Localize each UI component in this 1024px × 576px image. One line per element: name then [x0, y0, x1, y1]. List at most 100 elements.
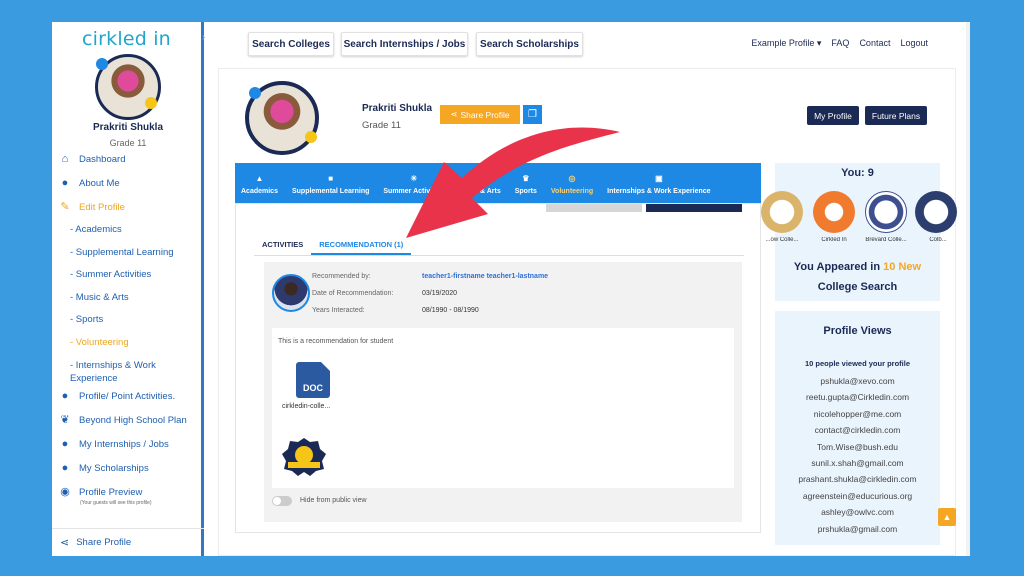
share-icon: ⋖	[450, 109, 458, 119]
doc-file-name[interactable]: cirkledin-colle...	[282, 403, 330, 410]
profile-views-panel: Profile Views 10 people viewed your prof…	[775, 311, 940, 545]
sun-icon: ☀	[410, 174, 418, 183]
logout-link[interactable]: Logout	[900, 38, 928, 49]
profile-preview-note: (Your guests will see this profile)	[80, 500, 152, 506]
search-scholarships-button[interactable]: Search Scholarships	[476, 32, 583, 56]
sidebar-nav: ⌂ Dashboard ● About Me ✎ Edit Profile - Aca…	[58, 154, 202, 510]
tab-internships[interactable]: ▣ Internships & Work Experience	[607, 174, 710, 196]
viewer-email: ashley@owlvc.com	[821, 507, 894, 518]
example-profile-dropdown[interactable]: Example Profile ▾	[751, 38, 821, 49]
badge-icon	[282, 438, 326, 476]
date-value: 03/19/2020	[422, 290, 458, 297]
sidebar-item-profile-preview[interactable]: ◉ Profile Preview	[58, 487, 202, 500]
college-seal-3[interactable]	[865, 191, 907, 233]
cancel-button[interactable]	[546, 204, 642, 212]
viewer-email: agreenstein@educurious.org	[802, 490, 913, 501]
chevron-up-icon: ▲	[942, 512, 952, 522]
sidebar-item-beyond-high-school[interactable]: ❦ Beyond High School Plan	[58, 415, 202, 439]
college-name-4: Colb...	[929, 237, 947, 243]
you-count: You: 9	[841, 167, 874, 179]
college-search-panel: You: 9 ...ow Colle... Cirkled In Brevard…	[761, 163, 957, 301]
future-plans-button[interactable]: Future Plans	[865, 106, 927, 125]
trophy-icon: ♛	[522, 174, 530, 183]
college-seal-1[interactable]	[761, 191, 803, 233]
sidebar-item-my-internships[interactable]: ● My Internships / Jobs	[58, 439, 202, 463]
copy-icon: ❐	[528, 109, 537, 120]
years-label: Years Interacted:	[312, 307, 365, 314]
profile-views-subtitle: 10 people viewed your profile	[804, 359, 911, 368]
sidebar: cirkled in Prakriti Shukla Grade 11 ⌂ Das…	[52, 22, 204, 556]
app-window: cirkled in Prakriti Shukla Grade 11 ⌂ Das…	[52, 22, 970, 556]
users-icon: ●	[61, 390, 69, 402]
main-content: Prakriti Shukla Grade 11 ⋖ Share Profile …	[218, 68, 957, 556]
sidebar-item-edit-profile[interactable]: ✎ Edit Profile	[58, 202, 202, 224]
college-seal-4[interactable]	[915, 191, 957, 233]
search-colleges-button[interactable]: Search Colleges	[248, 32, 334, 56]
tab-music-arts[interactable]: ♪ Music & Arts	[458, 174, 501, 196]
tab-volunteering[interactable]: ◎ Volunteering	[551, 175, 593, 196]
share-profile-button[interactable]: ⋖ Share Profile	[440, 105, 520, 124]
college-name-3: Brevard Colle...	[865, 237, 907, 243]
user-icon: ●	[61, 462, 69, 474]
sidebar-item-volunteering[interactable]: - Volunteering	[58, 337, 202, 360]
my-profile-button[interactable]: My Profile	[807, 106, 859, 125]
cirkledin-logo[interactable]: cirkled in	[82, 28, 171, 50]
top-links: Example Profile ▾ FAQ Contact Logout	[751, 38, 928, 49]
sidebar-item-sports[interactable]: - Sports	[58, 314, 202, 337]
tab-recommendation[interactable]: RECOMMENDATION (1)	[311, 234, 412, 255]
tab-supplemental-learning[interactable]: ■ Supplemental Learning	[292, 174, 369, 196]
scrollbar[interactable]	[966, 22, 970, 556]
profile-name: Prakriti Shukla	[362, 103, 433, 114]
profile-avatar-dot-blue	[249, 87, 261, 99]
sidebar-share-profile[interactable]: ⋖ Share Profile	[52, 528, 204, 556]
college-seal-2[interactable]	[813, 191, 855, 233]
activity-panel: ACTIVITIES RECOMMENDATION (1) Recommende…	[235, 203, 761, 533]
sidebar-item-internships[interactable]: - Internships & Work Experience	[58, 359, 202, 391]
briefcase-icon: ▣	[655, 174, 663, 183]
profile-views-title: Profile Views	[823, 325, 892, 337]
search-internships-button[interactable]: Search Internships / Jobs	[341, 32, 468, 56]
viewer-email: reetu.gupta@Cirkledin.com	[805, 392, 910, 403]
sidebar-item-summer-activities[interactable]: - Summer Activities	[58, 269, 202, 292]
contact-link[interactable]: Contact	[859, 38, 890, 49]
subtabs: ACTIVITIES RECOMMENDATION (1)	[254, 234, 744, 256]
recommendation-body: This is a recommendation for student DOC…	[272, 328, 734, 488]
faq-link[interactable]: FAQ	[831, 38, 849, 49]
recommendation-card: Recommended by: teacher1-firstname teach…	[264, 262, 742, 522]
sidebar-item-dashboard[interactable]: ⌂ Dashboard	[58, 154, 202, 178]
sidebar-item-profile-point-activities[interactable]: ● Profile/ Point Activities.	[58, 391, 202, 415]
viewer-email: prashant.shukla@cirkledin.com	[798, 474, 917, 485]
sidebar-item-my-scholarships[interactable]: ● My Scholarships	[58, 463, 202, 487]
book-icon: ■	[328, 174, 334, 183]
college-name-1: ...ow Colle...	[765, 237, 799, 243]
hide-public-toggle[interactable]	[272, 496, 292, 506]
profile-avatar-dot-yellow	[305, 131, 317, 143]
copy-link-button[interactable]: ❐	[523, 105, 542, 124]
hide-public-label: Hide from public view	[300, 497, 367, 504]
eye-icon: ◉	[60, 486, 70, 498]
sidebar-collapse-icon[interactable]: ›	[202, 32, 205, 43]
tab-sports[interactable]: ♛ Sports	[515, 174, 537, 196]
recommended-by-value[interactable]: teacher1-firstname teacher1-lastname	[422, 273, 548, 280]
tab-academics[interactable]: ▲ Academics	[241, 175, 278, 196]
save-button[interactable]	[646, 204, 742, 212]
user-icon: ●	[61, 177, 69, 189]
viewer-email: nicolehopper@me.com	[813, 408, 902, 419]
sidebar-item-about-me[interactable]: ● About Me	[58, 178, 202, 202]
sidebar-item-academics[interactable]: - Academics	[58, 224, 202, 247]
music-icon: ♪	[477, 174, 482, 183]
doc-file-icon[interactable]: DOC	[296, 362, 330, 398]
viewer-email: prshukla@gmail.com	[817, 523, 898, 534]
tab-summer-activities[interactable]: ☀ Summer Activities	[383, 174, 444, 196]
viewer-email: Tom.Wise@bush.edu	[817, 441, 898, 452]
sidebar-item-music-arts[interactable]: - Music & Arts	[58, 292, 202, 315]
tab-activities[interactable]: ACTIVITIES	[254, 234, 311, 255]
sidebar-item-supplemental-learning[interactable]: - Supplemental Learning	[58, 247, 202, 270]
share-icon: ⋖	[60, 537, 70, 549]
scroll-to-top-button[interactable]: ▲	[938, 508, 956, 526]
edit-icon: ✎	[60, 201, 70, 213]
sidebar-name: Prakriti Shukla	[92, 122, 164, 133]
viewer-email: pshukla@xevo.com	[820, 376, 895, 386]
viewer-email: contact@cirkledin.com	[814, 425, 901, 436]
profile-grade: Grade 11	[362, 120, 401, 131]
